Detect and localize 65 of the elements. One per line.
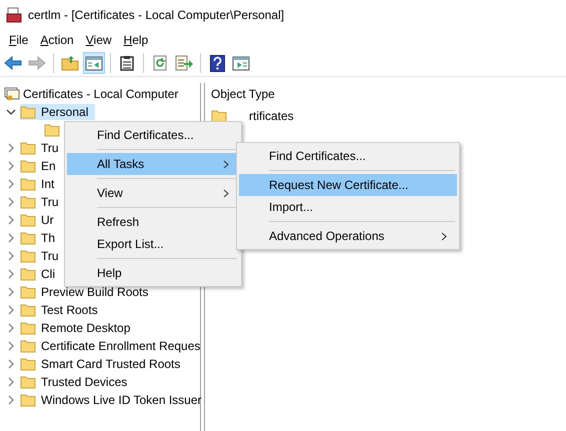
tree-node[interactable]: Cli xyxy=(20,266,62,282)
menu-item[interactable]: Find Certificates... xyxy=(239,145,457,167)
toolbar-button[interactable] xyxy=(83,52,105,74)
menu-item[interactable]: Import... xyxy=(239,196,457,218)
tree-root[interactable]: Certificates - Local Computer xyxy=(20,86,182,102)
folder-icon xyxy=(20,141,36,155)
tree-node[interactable]: Tru xyxy=(20,140,66,156)
folder-icon xyxy=(20,195,36,209)
folder-icon xyxy=(20,159,36,173)
folder-icon xyxy=(20,303,36,317)
tree-node[interactable]: Certificate Enrollment Reques xyxy=(20,338,208,354)
tree-node[interactable]: Smart Card Trusted Roots xyxy=(20,356,188,372)
expand-chevron-icon[interactable] xyxy=(6,107,16,117)
tree-node[interactable]: Personal xyxy=(20,104,96,120)
folder-icon xyxy=(20,375,36,389)
menu-item[interactable]: Advanced Operations xyxy=(239,225,457,247)
folder-icon xyxy=(20,393,36,407)
folder-icon xyxy=(20,231,36,245)
tree-node[interactable]: Tru xyxy=(20,194,66,210)
tree-node[interactable]: En xyxy=(20,158,63,174)
menu-item[interactable]: Request New Certificate... xyxy=(239,174,457,196)
menu-item[interactable]: View xyxy=(67,182,239,204)
tree-node[interactable]: Test Roots xyxy=(20,302,105,318)
folder-icon xyxy=(20,321,36,335)
tree-node[interactable]: Windows Live ID Token Issuer xyxy=(20,392,209,408)
menu-bar-item[interactable]: Action xyxy=(35,33,79,47)
menu-item[interactable]: Refresh xyxy=(67,211,239,233)
tree-node[interactable]: Int xyxy=(20,176,62,192)
export-list-icon xyxy=(175,55,193,71)
menu-item[interactable]: Export List... xyxy=(67,233,239,255)
menu-item[interactable]: Find Certificates... xyxy=(67,124,239,146)
menu-bar-item[interactable]: View xyxy=(80,33,117,47)
list-item[interactable]: rtificates xyxy=(227,108,297,124)
folder-icon xyxy=(20,249,36,263)
help-icon xyxy=(210,54,224,72)
tree-node[interactable]: Trusted Devices xyxy=(20,374,134,390)
tree-node[interactable]: Preview Build Roots xyxy=(20,284,156,300)
toolbox-icon xyxy=(6,7,22,23)
tree-node[interactable]: Ur xyxy=(20,212,61,228)
tree-node[interactable]: Tru xyxy=(20,248,66,264)
folder-icon xyxy=(20,339,36,353)
folder-icon xyxy=(20,357,36,371)
tree-node[interactable]: Remote Desktop xyxy=(20,320,138,336)
action-pane-icon xyxy=(232,56,250,70)
tree-node[interactable]: Th xyxy=(20,230,62,246)
clipboard-icon xyxy=(120,55,134,71)
folder-icon xyxy=(211,109,227,123)
column-header[interactable]: Object Type xyxy=(211,87,566,101)
menu-bar-item[interactable]: Help xyxy=(118,33,154,47)
menu-item[interactable]: All Tasks xyxy=(67,153,239,175)
back-arrow-icon xyxy=(4,56,22,70)
folder-icon xyxy=(20,105,36,119)
refresh-icon xyxy=(152,55,168,71)
forward-arrow-icon xyxy=(28,56,46,70)
certificate-icon xyxy=(4,86,20,102)
folder-icon xyxy=(20,267,36,281)
console-tree-icon xyxy=(85,56,103,70)
window-title: certlm - [Certificates - Local Computer\Personal] xyxy=(28,8,284,22)
folder-icon xyxy=(44,123,60,137)
menu-bar-item[interactable]: File xyxy=(4,33,34,47)
menu-item[interactable]: Help xyxy=(67,262,239,284)
folder-up-icon xyxy=(61,55,79,71)
folder-icon xyxy=(20,285,36,299)
folder-icon xyxy=(20,213,36,227)
folder-icon xyxy=(20,177,36,191)
